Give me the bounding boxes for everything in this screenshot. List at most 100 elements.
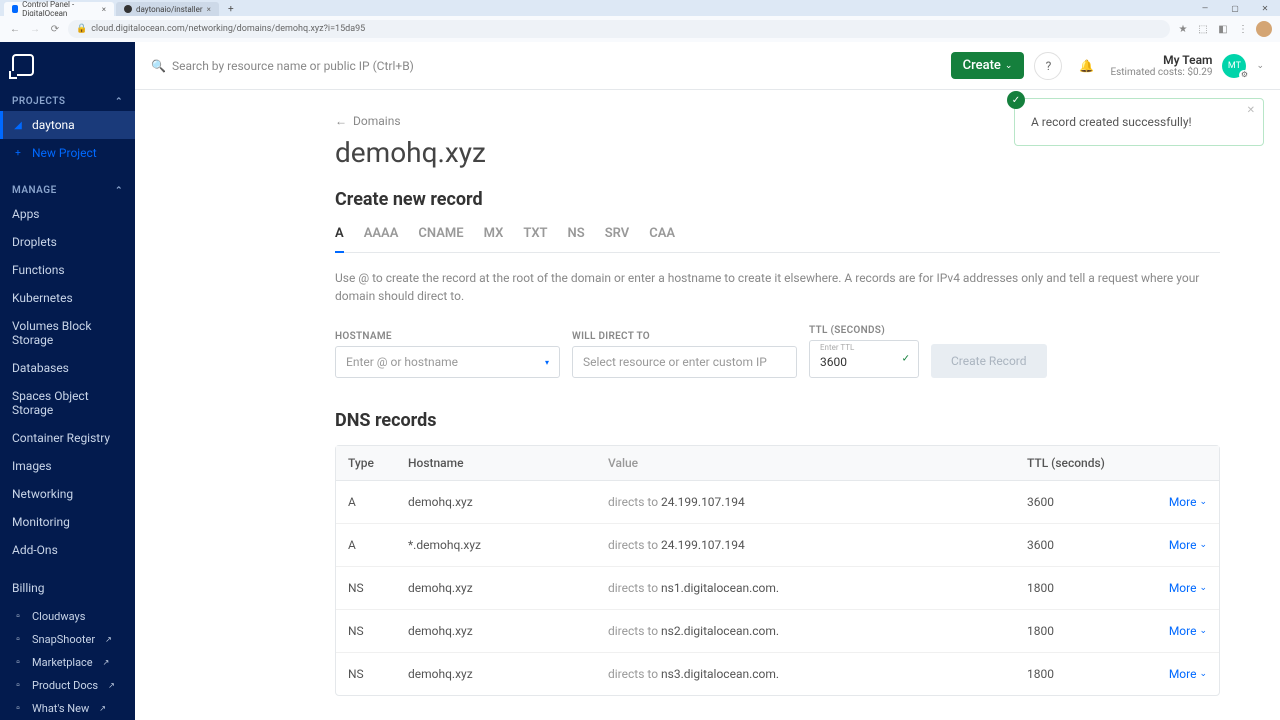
create-record-button[interactable]: Create Record — [931, 344, 1047, 378]
projects-header[interactable]: PROJECTS ⌃ — [0, 88, 135, 111]
more-button[interactable]: More ⌄ — [1169, 538, 1207, 552]
sidebar-project-daytona[interactable]: ◢ daytona — [0, 111, 135, 139]
ext-icon[interactable]: ⬚ — [1196, 22, 1210, 36]
tab-txt[interactable]: TXT — [523, 226, 547, 252]
help-icon[interactable]: ? — [1034, 52, 1062, 80]
sidebar-item-spaces-object-storage[interactable]: Spaces Object Storage — [0, 382, 135, 424]
sidebar-item-functions[interactable]: Functions — [0, 256, 135, 284]
sidebar-item-container-registry[interactable]: Container Registry — [0, 424, 135, 452]
sidebar-footer-product-docs[interactable]: ▫Product Docs↗ — [0, 674, 135, 697]
more-button[interactable]: More ⌄ — [1169, 495, 1207, 509]
browser-tab-active[interactable]: Control Panel - DigitalOcean × — [4, 2, 114, 16]
cell-type: NS — [348, 667, 408, 681]
tab-a[interactable]: A — [335, 226, 344, 253]
nav-reload-icon[interactable]: ⟳ — [48, 22, 62, 36]
external-link-icon: ↗ — [103, 658, 110, 667]
ext-icon[interactable]: ⋮ — [1236, 22, 1250, 36]
record-type-tabs: AAAAACNAMEMXTXTNSSRVCAA — [335, 226, 1220, 253]
chevron-down-icon[interactable]: ⌄ — [1256, 61, 1264, 71]
page-content: ← Domains demohq.xyz Create new record A… — [135, 90, 1280, 720]
cell-type: A — [348, 495, 408, 509]
ttl-input[interactable]: Enter TTL 3600 ✓ — [809, 340, 919, 378]
url-input[interactable]: 🔒 cloud.digitalocean.com/networking/doma… — [68, 20, 1170, 38]
new-project-button[interactable]: + New Project — [0, 139, 135, 167]
manage-header[interactable]: MANAGE ⌃ — [0, 177, 135, 200]
window-close[interactable]: ✕ — [1250, 0, 1280, 16]
chevron-down-icon: ⌄ — [1199, 626, 1207, 636]
profile-icon[interactable] — [1256, 21, 1272, 37]
tab-cname[interactable]: CNAME — [418, 226, 463, 252]
sidebar: PROJECTS ⌃ ◢ daytona + New Project MANAG… — [0, 42, 135, 720]
more-button[interactable]: More ⌄ — [1169, 624, 1207, 638]
sidebar-footer-what-s-new[interactable]: ▫What's New↗ — [0, 697, 135, 720]
more-button[interactable]: More ⌄ — [1169, 667, 1207, 681]
link-icon: ▫ — [12, 634, 24, 646]
nav-back-icon[interactable]: ← — [8, 22, 22, 36]
cell-ttl: 1800 — [1027, 581, 1147, 595]
cell-type: A — [348, 538, 408, 552]
success-toast: ✓ ✕ A record created successfully! — [1014, 98, 1264, 146]
sidebar-item-billing[interactable]: Billing — [0, 574, 135, 602]
chevron-down-icon: ⌄ — [1199, 669, 1207, 679]
team-name: My Team — [1110, 53, 1212, 67]
nav-forward-icon[interactable]: → — [28, 22, 42, 36]
ttl-label: TTL (SECONDS) — [809, 325, 919, 336]
hostname-input[interactable]: Enter @ or hostname ▾ — [335, 346, 560, 378]
tab-mx[interactable]: MX — [484, 226, 504, 252]
tab-ns[interactable]: NS — [568, 226, 585, 252]
logo-area[interactable] — [0, 42, 135, 88]
sidebar-item-apps[interactable]: Apps — [0, 200, 135, 228]
cell-hostname: demohq.xyz — [408, 624, 608, 638]
sidebar-item-kubernetes[interactable]: Kubernetes — [0, 284, 135, 312]
cell-ttl: 1800 — [1027, 667, 1147, 681]
lock-icon: 🔒 — [76, 24, 87, 34]
cell-hostname: *.demohq.xyz — [408, 538, 608, 552]
ext-icon[interactable]: ★ — [1176, 22, 1190, 36]
chevron-down-icon: ⌄ — [1005, 61, 1013, 71]
tab-aaaa[interactable]: AAAA — [364, 226, 399, 252]
tab-close-icon[interactable]: × — [207, 5, 211, 14]
sidebar-item-droplets[interactable]: Droplets — [0, 228, 135, 256]
new-tab-button[interactable]: + — [225, 3, 237, 15]
window-minimize[interactable]: — — [1190, 0, 1220, 16]
sidebar-item-monitoring[interactable]: Monitoring — [0, 508, 135, 536]
sidebar-item-networking[interactable]: Networking — [0, 480, 135, 508]
digitalocean-logo-icon — [12, 54, 34, 76]
avatar[interactable]: MT — [1222, 54, 1246, 78]
sidebar-footer-snapshooter[interactable]: ▫SnapShooter↗ — [0, 628, 135, 651]
tab-srv[interactable]: SRV — [605, 226, 630, 252]
create-record-heading: Create new record — [335, 189, 1220, 210]
toast-message: A record created successfully! — [1031, 115, 1192, 129]
external-link-icon: ↗ — [99, 704, 106, 713]
tab-close-icon[interactable]: × — [102, 5, 106, 14]
browser-tab[interactable]: daytonaio/installer × — [116, 2, 219, 16]
sidebar-item-volumes-block-storage[interactable]: Volumes Block Storage — [0, 312, 135, 354]
sidebar-item-add-ons[interactable]: Add-Ons — [0, 536, 135, 564]
chevron-down-icon: ⌄ — [1199, 540, 1207, 550]
url-text: cloud.digitalocean.com/networking/domain… — [91, 24, 365, 34]
sidebar-item-images[interactable]: Images — [0, 452, 135, 480]
tab-caa[interactable]: CAA — [649, 226, 675, 252]
table-row: NSdemohq.xyzdirects to ns2.digitalocean.… — [336, 610, 1219, 653]
link-icon: ▫ — [12, 680, 24, 692]
window-maximize[interactable]: ▢ — [1220, 0, 1250, 16]
arrow-left-icon: ← — [335, 114, 347, 128]
external-link-icon: ↗ — [105, 635, 112, 644]
sidebar-item-databases[interactable]: Databases — [0, 354, 135, 382]
sidebar-footer: ▫Cloudways▫SnapShooter↗▫Marketplace↗▫Pro… — [0, 605, 135, 720]
search-input[interactable]: 🔍 Search by resource name or public IP (… — [151, 59, 941, 73]
chevron-up-icon: ⌃ — [115, 97, 123, 107]
more-button[interactable]: More ⌄ — [1169, 581, 1207, 595]
sidebar-footer-cloudways[interactable]: ▫Cloudways — [0, 605, 135, 628]
sidebar-footer-marketplace[interactable]: ▫Marketplace↗ — [0, 651, 135, 674]
address-bar: ← → ⟳ 🔒 cloud.digitalocean.com/networkin… — [0, 16, 1280, 42]
dns-records-heading: DNS records — [335, 410, 1220, 431]
table-row: A*.demohq.xyzdirects to 24.199.107.19436… — [336, 524, 1219, 567]
search-icon: 🔍 — [151, 59, 166, 73]
close-icon[interactable]: ✕ — [1247, 105, 1255, 116]
notifications-icon[interactable]: 🔔 — [1072, 52, 1100, 80]
create-button[interactable]: Create ⌄ — [951, 52, 1025, 79]
ext-icon[interactable]: ◧ — [1216, 22, 1230, 36]
hostname-label: HOSTNAME — [335, 331, 560, 342]
direct-to-input[interactable]: Select resource or enter custom IP — [572, 346, 797, 378]
